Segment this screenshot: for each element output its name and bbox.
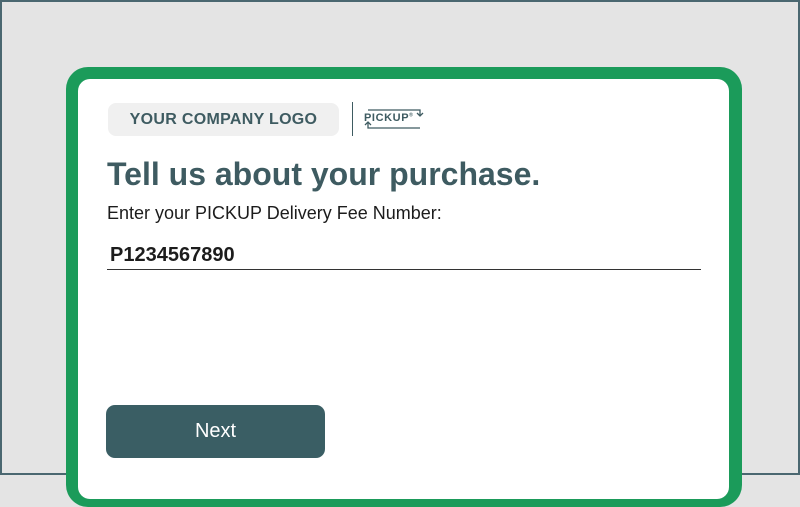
logo-divider — [352, 102, 353, 136]
page-title: Tell us about your purchase. — [107, 156, 541, 192]
company-logo-placeholder: YOUR COMPANY LOGO — [108, 103, 339, 136]
next-button[interactable]: Next — [106, 405, 325, 458]
pickup-logo: PICKUP® — [362, 106, 432, 132]
fee-number-label: Enter your PICKUP Delivery Fee Number: — [107, 203, 442, 223]
pickup-logo-text: PICKUP® — [364, 112, 414, 124]
fee-number-input[interactable] — [107, 242, 701, 270]
